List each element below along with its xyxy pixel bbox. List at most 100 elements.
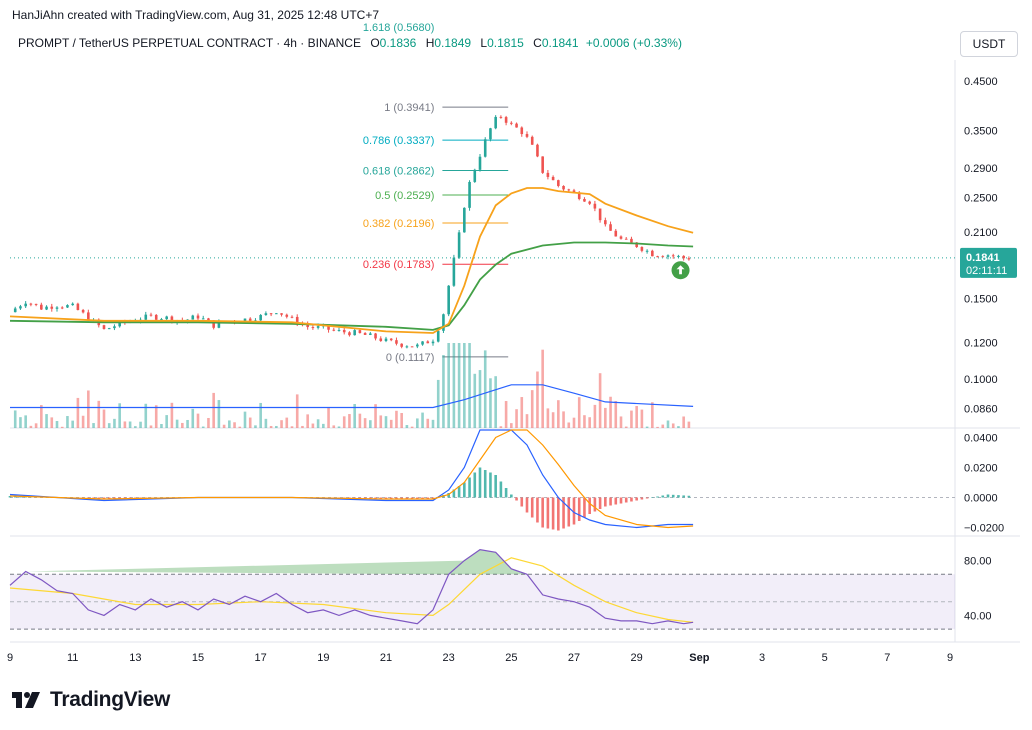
macd-histogram-bar: [645, 497, 649, 499]
volume-bar: [457, 343, 461, 428]
candle-body: [264, 313, 268, 316]
volume-bar: [301, 425, 304, 428]
y-tick-label: 0.0860: [964, 404, 998, 416]
candle-body: [259, 315, 262, 321]
candle-body: [651, 250, 654, 257]
volume-bar: [228, 420, 231, 428]
candle-body: [34, 303, 38, 305]
macd-histogram-bar: [520, 497, 524, 507]
volume-bar: [311, 423, 315, 428]
candle-body: [645, 250, 649, 252]
candle-body: [598, 208, 602, 221]
x-tick-label: 25: [505, 652, 517, 664]
candle-body: [656, 256, 659, 258]
candle-body: [473, 169, 477, 182]
x-tick-label: 21: [380, 652, 392, 664]
volume-bar: [468, 343, 471, 428]
fib-level-label: 0.786 (0.3337): [363, 135, 435, 147]
macd-histogram-bar: [551, 497, 555, 530]
volume-bar: [416, 418, 419, 428]
volume-bar: [624, 426, 628, 428]
volume-bar: [327, 407, 330, 428]
macd-histogram-bar: [499, 481, 503, 498]
volume-bar: [520, 397, 524, 428]
fib-level-label: 1 (0.3941): [384, 102, 434, 114]
volume-bar: [546, 408, 550, 428]
volume-bar: [201, 426, 205, 428]
price-chart[interactable]: 0.4500 0.3500 0.2900 0.2500 0.2100 0.1500 0.12…: [0, 0, 1032, 730]
candle-body: [614, 230, 618, 237]
volume-bar: [248, 417, 252, 428]
candle-body: [342, 329, 346, 333]
volume-bar: [13, 410, 17, 428]
candle-body: [389, 338, 393, 341]
candle-body: [468, 181, 471, 208]
volume-bar: [656, 426, 659, 428]
candle-body: [144, 314, 148, 320]
candle-body: [337, 329, 341, 331]
macd-histogram-bar: [541, 497, 544, 528]
volume-bar: [635, 405, 638, 428]
macd-histogram-bar: [671, 494, 675, 498]
volume-bar: [337, 426, 341, 428]
moving-average-slow: [9, 241, 694, 331]
volume-bar: [687, 421, 691, 428]
volume-bar: [348, 414, 351, 428]
volume-bar: [322, 423, 325, 428]
candle-body: [113, 326, 116, 329]
candle-body: [107, 328, 111, 330]
x-tick-label: Sep: [689, 652, 709, 664]
macd-histogram-bar: [515, 497, 518, 501]
candle-body: [510, 122, 513, 124]
candle-body: [363, 333, 367, 335]
volume-bar: [40, 405, 43, 428]
volume-bar: [562, 411, 565, 428]
rsi-tick-label: 80.00: [964, 556, 992, 568]
volume-bar: [609, 396, 612, 428]
candle-body: [515, 123, 518, 128]
candle-body: [457, 232, 461, 258]
volume-bar: [530, 390, 534, 428]
volume-bar: [243, 411, 247, 428]
x-tick-label: 29: [631, 652, 643, 664]
volume-bar: [395, 410, 398, 428]
macd-histogram-bar: [630, 497, 633, 502]
candle-body: [661, 256, 665, 258]
macd-histogram-bar: [619, 497, 623, 504]
volume-bar: [515, 409, 518, 428]
fib-level-label: 0.382 (0.2196): [363, 218, 435, 230]
candle-body: [530, 136, 534, 145]
volume-bar: [442, 355, 445, 428]
candle-body: [285, 314, 289, 317]
volume-bar: [191, 408, 195, 428]
candle-body: [405, 346, 409, 348]
macd-histogram-bar: [468, 477, 471, 498]
candle-body: [666, 255, 670, 257]
volume-bar: [572, 417, 576, 428]
x-tick-label: 13: [129, 652, 141, 664]
fib-level-label: 0 (0.1117): [386, 352, 435, 364]
x-tick-label: 15: [192, 652, 204, 664]
volume-bar: [50, 417, 54, 428]
candle-body: [24, 303, 27, 307]
tradingview-logo-icon: [12, 692, 40, 708]
volume-bar: [358, 413, 362, 428]
candle-body: [452, 257, 456, 286]
candle-body: [102, 325, 106, 329]
volume-bar: [536, 371, 539, 428]
macd-tick-label: 0.0400: [964, 433, 998, 445]
volume-bar: [671, 423, 675, 428]
volume-bar: [489, 378, 492, 428]
candle-body: [400, 343, 403, 347]
volume-bar: [342, 416, 346, 428]
volume-bar: [640, 409, 644, 428]
volume-bar: [186, 419, 189, 428]
volume-bar: [113, 418, 116, 428]
volume-bar: [473, 373, 477, 428]
macd-histogram-bar: [483, 470, 487, 498]
volume-bar: [410, 426, 414, 428]
macd-histogram-bar: [604, 497, 607, 507]
volume-bar: [60, 426, 64, 428]
candle-body: [374, 333, 377, 339]
volume-bar: [452, 343, 456, 428]
